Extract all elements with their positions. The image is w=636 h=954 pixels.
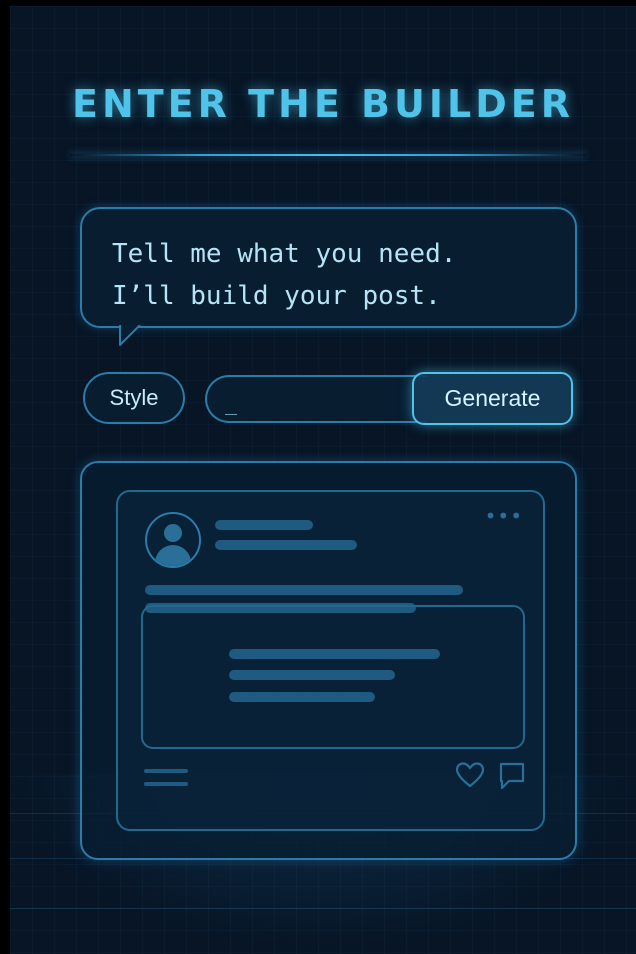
menu-icon[interactable] xyxy=(144,767,188,791)
builder-screen: ENTER THE BUILDER Tell me what you need.… xyxy=(10,6,636,954)
author-name-placeholder xyxy=(215,520,313,530)
prompt-input[interactable]: _ xyxy=(205,375,427,423)
heart-icon[interactable] xyxy=(455,761,485,789)
assistant-message-line: Tell me what you need. xyxy=(112,239,457,269)
comment-icon[interactable] xyxy=(497,761,527,791)
post-preview-panel: ••• xyxy=(80,461,577,860)
page-title: ENTER THE BUILDER xyxy=(72,82,574,126)
generate-button[interactable]: Generate xyxy=(412,372,573,425)
more-dots-icon[interactable]: ••• xyxy=(485,504,523,528)
post-text-placeholder xyxy=(145,585,463,595)
media-line-placeholder xyxy=(229,649,440,659)
assistant-message-bubble: Tell me what you need. I’ll build your p… xyxy=(80,207,577,328)
media-line-placeholder xyxy=(229,692,375,702)
post-media-placeholder xyxy=(141,605,525,749)
author-meta-placeholder xyxy=(215,540,357,550)
bubble-tail xyxy=(119,325,141,346)
media-line-placeholder xyxy=(229,670,395,680)
post-card: ••• xyxy=(116,490,545,831)
avatar-icon xyxy=(145,512,201,568)
assistant-message-line: I’ll build your post. xyxy=(112,281,441,311)
title-divider xyxy=(70,154,586,156)
style-button[interactable]: Style xyxy=(83,372,185,424)
floor-gridline xyxy=(10,908,636,909)
